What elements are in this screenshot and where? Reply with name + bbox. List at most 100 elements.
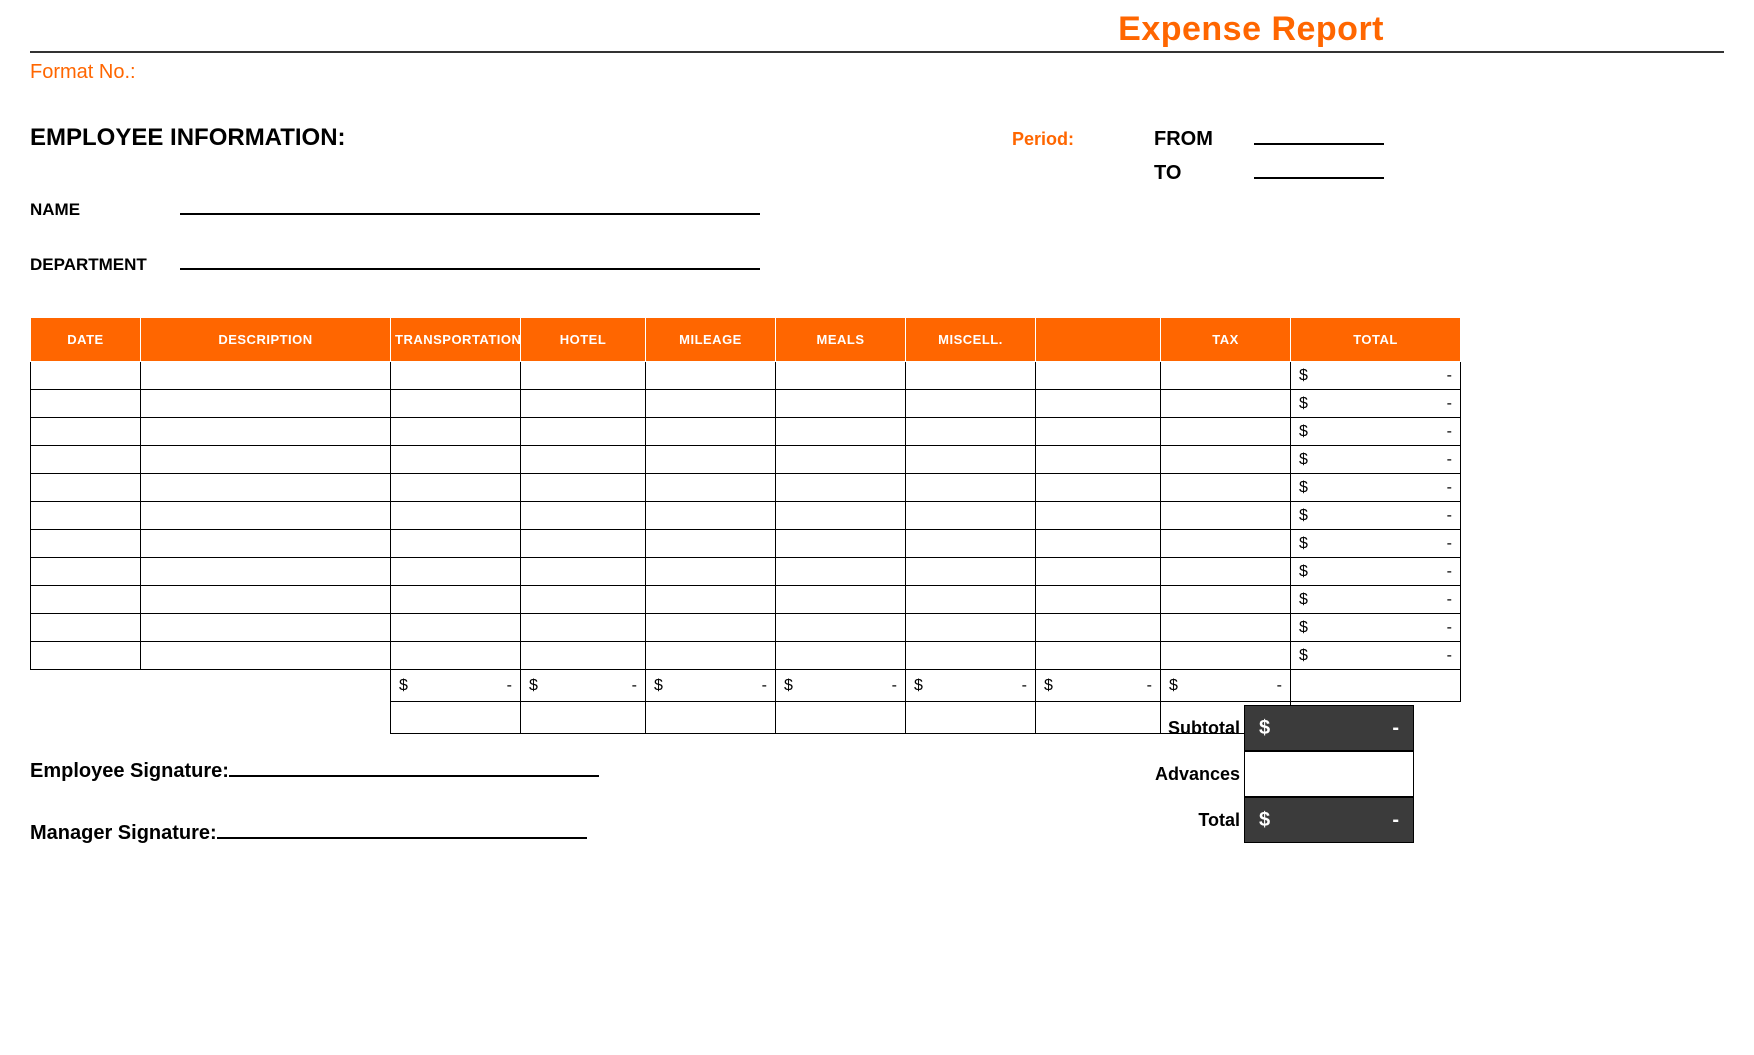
table-cell[interactable] xyxy=(141,530,391,558)
table-cell[interactable] xyxy=(1036,390,1161,418)
table-cell[interactable] xyxy=(1036,418,1161,446)
table-cell[interactable] xyxy=(646,390,776,418)
table-cell[interactable] xyxy=(646,474,776,502)
table-cell[interactable] xyxy=(1036,530,1161,558)
table-cell[interactable] xyxy=(1161,362,1291,390)
table-cell[interactable] xyxy=(391,642,521,670)
table-cell[interactable] xyxy=(31,642,141,670)
table-cell[interactable] xyxy=(1036,586,1161,614)
table-cell[interactable] xyxy=(906,614,1036,642)
table-cell[interactable] xyxy=(31,390,141,418)
table-cell[interactable] xyxy=(1036,558,1161,586)
table-cell[interactable] xyxy=(776,530,906,558)
table-cell[interactable] xyxy=(646,642,776,670)
table-cell[interactable] xyxy=(776,474,906,502)
table-cell[interactable] xyxy=(1161,474,1291,502)
table-cell[interactable] xyxy=(141,586,391,614)
table-cell[interactable] xyxy=(1161,530,1291,558)
table-cell[interactable] xyxy=(31,418,141,446)
table-cell[interactable] xyxy=(391,362,521,390)
table-cell[interactable] xyxy=(1161,614,1291,642)
table-cell[interactable] xyxy=(1161,446,1291,474)
table-cell[interactable] xyxy=(141,502,391,530)
table-cell[interactable] xyxy=(906,362,1036,390)
table-cell[interactable] xyxy=(391,474,521,502)
table-cell[interactable] xyxy=(646,446,776,474)
table-cell[interactable] xyxy=(1036,614,1161,642)
table-cell[interactable] xyxy=(521,502,646,530)
table-cell[interactable] xyxy=(776,586,906,614)
table-cell[interactable] xyxy=(1036,642,1161,670)
table-cell[interactable] xyxy=(31,558,141,586)
table-cell[interactable] xyxy=(141,418,391,446)
table-cell[interactable] xyxy=(391,614,521,642)
table-cell[interactable] xyxy=(31,530,141,558)
table-cell[interactable] xyxy=(646,558,776,586)
table-cell[interactable] xyxy=(521,558,646,586)
table-cell[interactable] xyxy=(141,642,391,670)
table-cell[interactable] xyxy=(906,558,1036,586)
table-cell[interactable] xyxy=(391,586,521,614)
table-cell[interactable] xyxy=(141,446,391,474)
table-cell[interactable] xyxy=(521,362,646,390)
table-cell[interactable] xyxy=(646,614,776,642)
table-cell[interactable] xyxy=(776,446,906,474)
table-cell[interactable] xyxy=(391,502,521,530)
table-cell[interactable] xyxy=(906,530,1036,558)
table-cell[interactable] xyxy=(646,586,776,614)
table-cell[interactable] xyxy=(391,418,521,446)
table-cell[interactable] xyxy=(646,418,776,446)
table-cell[interactable] xyxy=(776,558,906,586)
department-field[interactable] xyxy=(180,250,760,270)
table-cell[interactable] xyxy=(141,362,391,390)
table-cell[interactable] xyxy=(646,362,776,390)
table-cell[interactable] xyxy=(776,362,906,390)
table-cell[interactable] xyxy=(1036,502,1161,530)
period-from-field[interactable] xyxy=(1254,127,1384,145)
table-cell[interactable] xyxy=(1161,502,1291,530)
table-cell[interactable] xyxy=(31,586,141,614)
table-cell[interactable] xyxy=(906,642,1036,670)
table-cell[interactable] xyxy=(646,502,776,530)
table-cell[interactable] xyxy=(31,362,141,390)
table-cell[interactable] xyxy=(646,530,776,558)
table-cell[interactable] xyxy=(1161,390,1291,418)
table-cell[interactable] xyxy=(31,474,141,502)
table-cell[interactable] xyxy=(1161,642,1291,670)
table-cell[interactable] xyxy=(1036,362,1161,390)
table-cell[interactable] xyxy=(906,446,1036,474)
table-cell[interactable] xyxy=(521,586,646,614)
table-cell[interactable] xyxy=(906,390,1036,418)
table-cell[interactable] xyxy=(521,390,646,418)
table-cell[interactable] xyxy=(776,502,906,530)
table-cell[interactable] xyxy=(141,614,391,642)
table-cell[interactable] xyxy=(141,390,391,418)
employee-signature-field[interactable] xyxy=(229,757,599,777)
table-cell[interactable] xyxy=(906,418,1036,446)
table-cell[interactable] xyxy=(1161,586,1291,614)
period-to-field[interactable] xyxy=(1254,161,1384,179)
advances-value[interactable] xyxy=(1244,751,1414,797)
table-cell[interactable] xyxy=(141,558,391,586)
table-cell[interactable] xyxy=(906,586,1036,614)
name-field[interactable] xyxy=(180,195,760,215)
table-cell[interactable] xyxy=(521,642,646,670)
table-cell[interactable] xyxy=(1036,446,1161,474)
table-cell[interactable] xyxy=(31,614,141,642)
table-cell[interactable] xyxy=(391,390,521,418)
table-cell[interactable] xyxy=(31,502,141,530)
table-cell[interactable] xyxy=(521,446,646,474)
table-cell[interactable] xyxy=(141,474,391,502)
table-cell[interactable] xyxy=(391,530,521,558)
table-cell[interactable] xyxy=(391,558,521,586)
table-cell[interactable] xyxy=(776,614,906,642)
table-cell[interactable] xyxy=(521,474,646,502)
table-cell[interactable] xyxy=(521,418,646,446)
table-cell[interactable] xyxy=(776,390,906,418)
table-cell[interactable] xyxy=(521,614,646,642)
table-cell[interactable] xyxy=(1161,558,1291,586)
manager-signature-field[interactable] xyxy=(217,819,587,839)
table-cell[interactable] xyxy=(1161,418,1291,446)
table-cell[interactable] xyxy=(391,446,521,474)
table-cell[interactable] xyxy=(31,446,141,474)
